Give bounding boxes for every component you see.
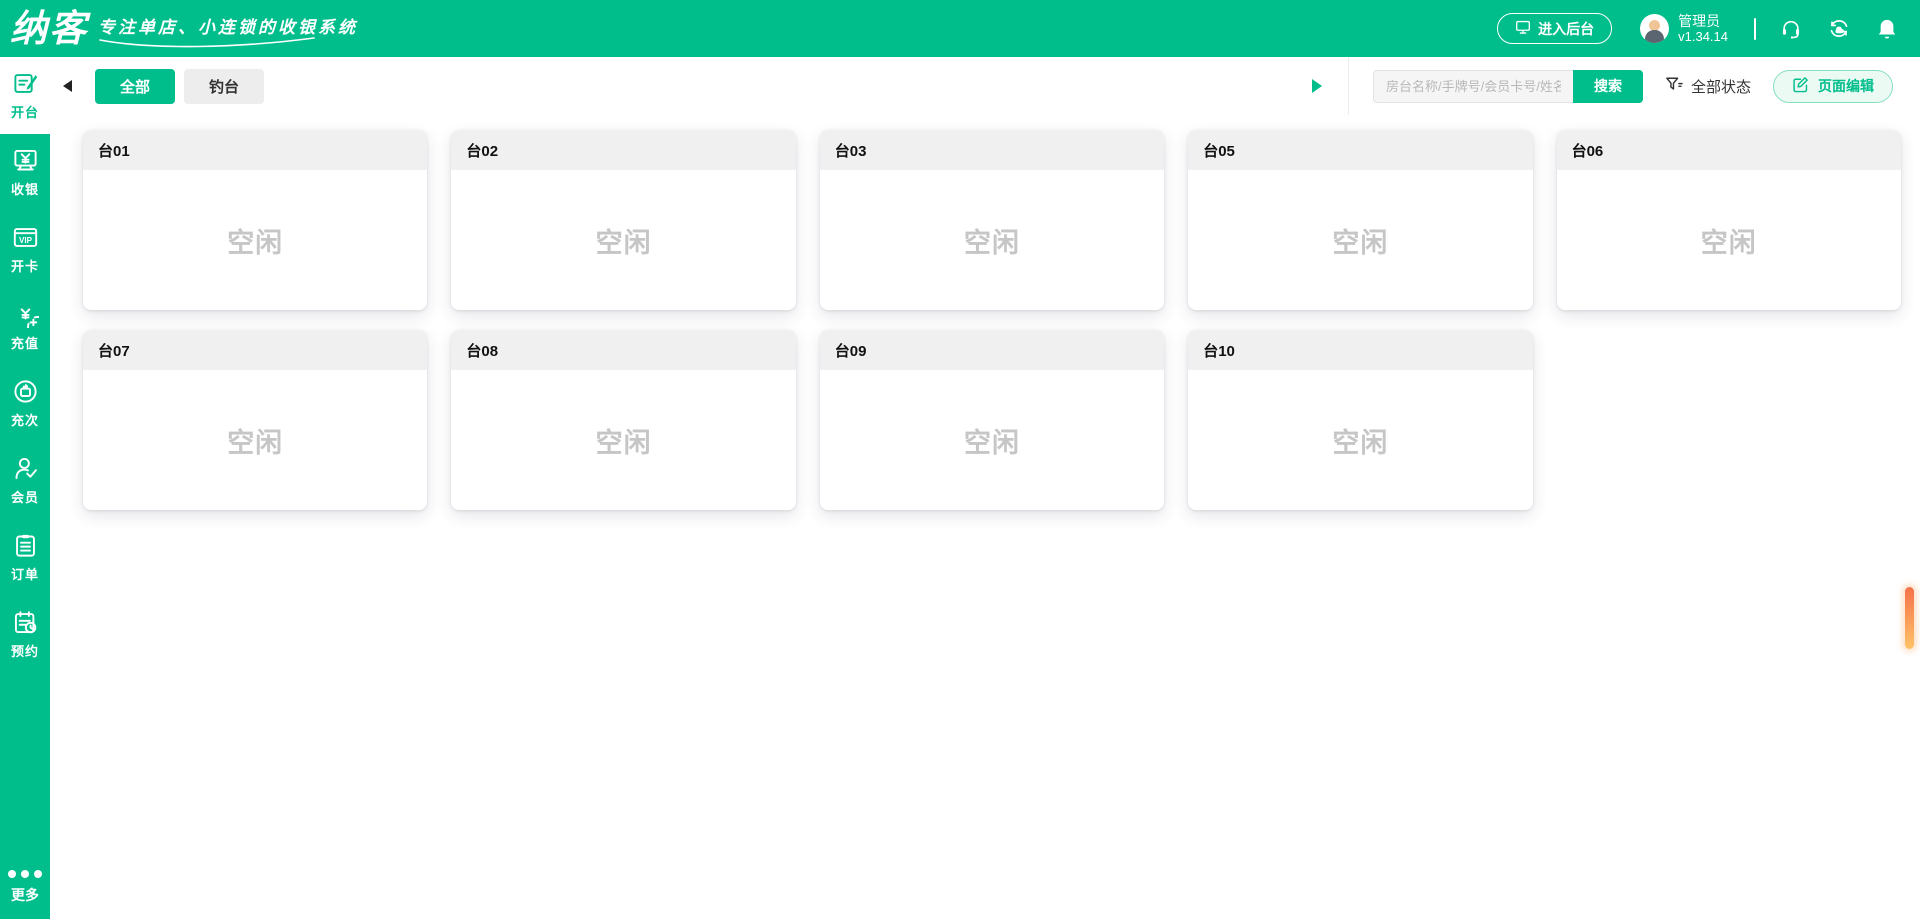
table-card[interactable]: 台05 空闲 bbox=[1188, 130, 1533, 310]
table-card[interactable]: 台06 空闲 bbox=[1556, 130, 1901, 310]
table-name: 台06 bbox=[1556, 130, 1901, 170]
sidebar-item-label: 会员 bbox=[10, 490, 39, 505]
table-card[interactable]: 台02 空闲 bbox=[451, 130, 796, 310]
toolbar: 全部钓台 搜索 全部状态 bbox=[50, 57, 1920, 115]
enter-backstage-label: 进入后台 bbox=[1538, 20, 1595, 37]
sidebar-item-vip-card[interactable]: VIP 开卡 bbox=[0, 211, 50, 288]
status-filter-dropdown[interactable]: 全部状态 bbox=[1665, 76, 1751, 97]
sidebar-item-member[interactable]: 会员 bbox=[0, 442, 50, 519]
sidebar-item-label: 预约 bbox=[10, 644, 39, 659]
orders-icon bbox=[12, 532, 39, 559]
search-button[interactable]: 搜索 bbox=[1572, 69, 1643, 103]
table-card[interactable]: 台03 空闲 bbox=[819, 130, 1165, 310]
user-info[interactable]: 管理员 v1.34.14 bbox=[1640, 12, 1728, 44]
toolbar-divider bbox=[1347, 57, 1349, 115]
sidebar-item-label: 订单 bbox=[10, 567, 39, 582]
notification-bell-icon[interactable] bbox=[1876, 18, 1898, 40]
table-status: 空闲 bbox=[1332, 227, 1389, 258]
more-label: 更多 bbox=[11, 887, 39, 903]
sidebar-item-open-table[interactable]: 开台 bbox=[0, 57, 50, 134]
table-status: 空闲 bbox=[595, 227, 652, 258]
table-status: 空闲 bbox=[963, 427, 1020, 458]
sidebar-nav: 开台收银 VIP 开卡充值充次会员订单预约 bbox=[0, 57, 50, 673]
tab-all[interactable]: 全部 bbox=[95, 68, 176, 104]
table-name: 台07 bbox=[83, 330, 428, 370]
table-card-grid: 台01 空闲 台02 空闲 台03 空闲 台05 空闲 台06 空闲 台07 空闲 台08 空闲 台09 空闲… bbox=[83, 130, 1901, 510]
cloud-sync-icon[interactable] bbox=[1828, 18, 1850, 40]
floating-scroll-handle[interactable] bbox=[1905, 587, 1914, 649]
sidebar-item-cashier[interactable]: 收银 bbox=[0, 134, 50, 211]
avatar bbox=[1640, 14, 1670, 43]
table-card[interactable]: 台01 空闲 bbox=[83, 130, 428, 310]
table-status: 空闲 bbox=[963, 227, 1020, 258]
recharge-times-icon bbox=[12, 378, 39, 405]
table-name: 台08 bbox=[451, 330, 796, 370]
table-card[interactable]: 台07 空闲 bbox=[83, 330, 428, 510]
enter-backstage-button[interactable]: 进入后台 bbox=[1497, 13, 1613, 44]
reservation-icon bbox=[12, 609, 39, 636]
topbar: 纳客 专注单店、小连锁的收银系统 进入后台 管理员 v1.34.14 bbox=[0, 0, 1920, 57]
table-status: 空闲 bbox=[227, 427, 284, 458]
sidebar-item-label: 开卡 bbox=[10, 259, 39, 274]
more-dots-icon bbox=[8, 870, 42, 878]
table-name: 台05 bbox=[1188, 130, 1533, 170]
cashier-icon bbox=[12, 147, 39, 174]
sidebar-item-label: 收银 bbox=[10, 182, 39, 197]
page-edit-button[interactable]: 页面编辑 bbox=[1773, 69, 1893, 103]
search-group: 搜索 bbox=[1372, 69, 1643, 103]
sidebar-item-label: 充值 bbox=[10, 336, 39, 351]
sidebar-item-label: 开台 bbox=[10, 105, 39, 120]
status-filter-label: 全部状态 bbox=[1690, 78, 1751, 96]
monitor-icon bbox=[1515, 20, 1531, 38]
app-version: v1.34.14 bbox=[1678, 28, 1728, 44]
sidebar: 开台收银 VIP 开卡充值充次会员订单预约 更多 bbox=[0, 57, 50, 919]
table-name: 台01 bbox=[83, 130, 428, 170]
table-name: 台03 bbox=[819, 130, 1165, 170]
sidebar-item-recharge[interactable]: 充值 bbox=[0, 288, 50, 365]
page-edit-label: 页面编辑 bbox=[1818, 78, 1874, 94]
brand: 纳客 专注单店、小连锁的收银系统 bbox=[0, 4, 358, 54]
sidebar-item-recharge-times[interactable]: 充次 bbox=[0, 365, 50, 442]
topbar-right: 进入后台 管理员 v1.34.14 bbox=[1497, 13, 1920, 44]
category-tabs: 全部 钓台 bbox=[95, 68, 265, 104]
brand-logo: 纳客 bbox=[10, 7, 88, 49]
customer-service-icon[interactable] bbox=[1780, 18, 1802, 40]
sidebar-item-more[interactable]: 更多 bbox=[0, 870, 50, 905]
table-status: 空闲 bbox=[595, 427, 652, 458]
table-card[interactable]: 台10 空闲 bbox=[1188, 330, 1533, 510]
sidebar-item-label: 充次 bbox=[10, 413, 39, 428]
table-card[interactable]: 台08 空闲 bbox=[451, 330, 796, 510]
search-input[interactable] bbox=[1372, 69, 1573, 103]
app-root: 纳客 专注单店、小连锁的收银系统 进入后台 管理员 v1.34.14 开台 收银… bbox=[0, 0, 1920, 919]
open-table-icon bbox=[12, 70, 39, 97]
member-icon bbox=[12, 455, 39, 482]
tab-group-1[interactable]: 钓台 bbox=[184, 68, 265, 104]
svg-text:VIP: VIP bbox=[18, 236, 32, 245]
table-name: 台02 bbox=[451, 130, 796, 170]
table-status: 空闲 bbox=[1700, 227, 1757, 258]
topbar-divider bbox=[1754, 17, 1756, 40]
table-status: 空闲 bbox=[1332, 427, 1389, 458]
table-name: 台10 bbox=[1188, 330, 1533, 370]
user-name: 管理员 bbox=[1678, 12, 1721, 29]
table-status: 空闲 bbox=[227, 227, 284, 258]
table-name: 台09 bbox=[819, 330, 1165, 370]
filter-funnel-icon bbox=[1665, 76, 1683, 97]
sidebar-item-orders[interactable]: 订单 bbox=[0, 519, 50, 596]
recharge-icon bbox=[12, 301, 39, 328]
edit-pencil-icon bbox=[1792, 76, 1809, 96]
table-card[interactable]: 台09 空闲 bbox=[819, 330, 1165, 510]
vip-card-icon: VIP bbox=[12, 224, 39, 251]
scroll-tabs-right-button[interactable] bbox=[1304, 78, 1330, 94]
sidebar-item-reservation[interactable]: 预约 bbox=[0, 596, 50, 673]
brand-swoosh-line bbox=[99, 36, 315, 47]
scroll-tabs-left-button[interactable] bbox=[54, 79, 80, 93]
